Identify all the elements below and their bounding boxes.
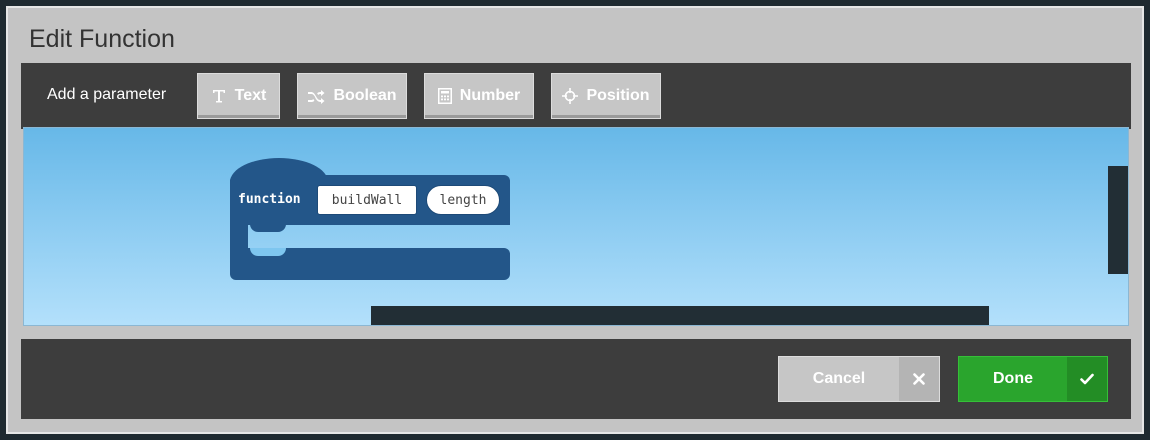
close-icon	[899, 357, 939, 401]
add-parameter-label: Add a parameter	[47, 86, 167, 103]
add-number-parameter-button[interactable]: Number	[424, 73, 534, 119]
dialog-footer: Cancel Done	[21, 339, 1131, 419]
block-workspace[interactable]: function buildWall length	[23, 127, 1129, 326]
done-button-label: Done	[993, 370, 1033, 387]
function-block-stem	[230, 224, 248, 249]
position-button-label: Position	[586, 87, 650, 104]
text-icon	[211, 88, 227, 104]
number-button-label: Number	[459, 87, 521, 104]
add-position-parameter-button[interactable]: Position	[551, 73, 661, 119]
add-text-parameter-button[interactable]: Text	[197, 73, 280, 119]
calculator-icon	[437, 88, 452, 104]
function-keyword: function	[238, 192, 301, 207]
function-name-field[interactable]: buildWall	[317, 185, 417, 215]
block-notch	[250, 224, 286, 232]
boolean-button-label: Boolean	[333, 87, 397, 104]
shuffle-icon	[307, 88, 325, 104]
horizontal-scrollbar[interactable]	[371, 306, 989, 325]
dialog-title: Edit Function	[29, 25, 175, 53]
add-boolean-parameter-button[interactable]: Boolean	[297, 73, 407, 119]
parameter-length-pill[interactable]: length	[426, 185, 500, 215]
parameter-toolbar: Add a parameter Text Boolean Number Posi…	[21, 63, 1131, 129]
done-button[interactable]: Done	[958, 356, 1108, 402]
crosshair-icon	[562, 88, 579, 104]
cancel-button-label: Cancel	[812, 370, 866, 387]
edit-function-dialog: Edit Function Add a parameter Text Boole…	[6, 6, 1144, 434]
text-button-label: Text	[234, 87, 267, 104]
statement-slot	[250, 248, 286, 256]
checkmark-icon	[1067, 357, 1107, 401]
cancel-button[interactable]: Cancel	[778, 356, 940, 402]
vertical-scrollbar[interactable]	[1108, 166, 1128, 274]
